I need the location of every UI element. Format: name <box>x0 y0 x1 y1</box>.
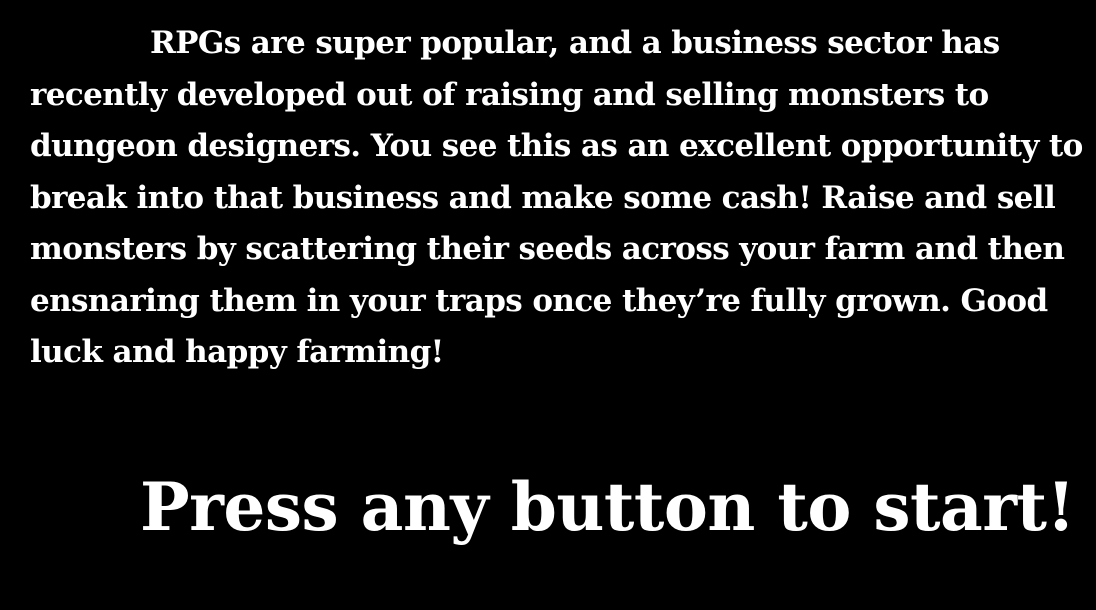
intro-line-7: luck and happy farming! <box>30 334 444 370</box>
intro-line-2: recently developed out of raising and se… <box>30 76 989 113</box>
intro-text: RPGs are super popular, and a business s… <box>30 18 1090 379</box>
intro-line-5: monsters by scattering their seeds acros… <box>30 231 1065 267</box>
title-screen[interactable]: RPGs are super popular, and a business s… <box>0 0 1096 610</box>
intro-line-4: break into that business and make some c… <box>30 179 1056 216</box>
intro-line-3: dungeon designers. You see this as an ex… <box>30 128 1083 164</box>
intro-line-1: RPGs are super popular, and a business s… <box>150 25 1000 61</box>
start-prompt[interactable]: Press any button to start! <box>140 462 1075 552</box>
intro-line-6: ensnaring them in your traps once they’r… <box>30 282 1048 319</box>
